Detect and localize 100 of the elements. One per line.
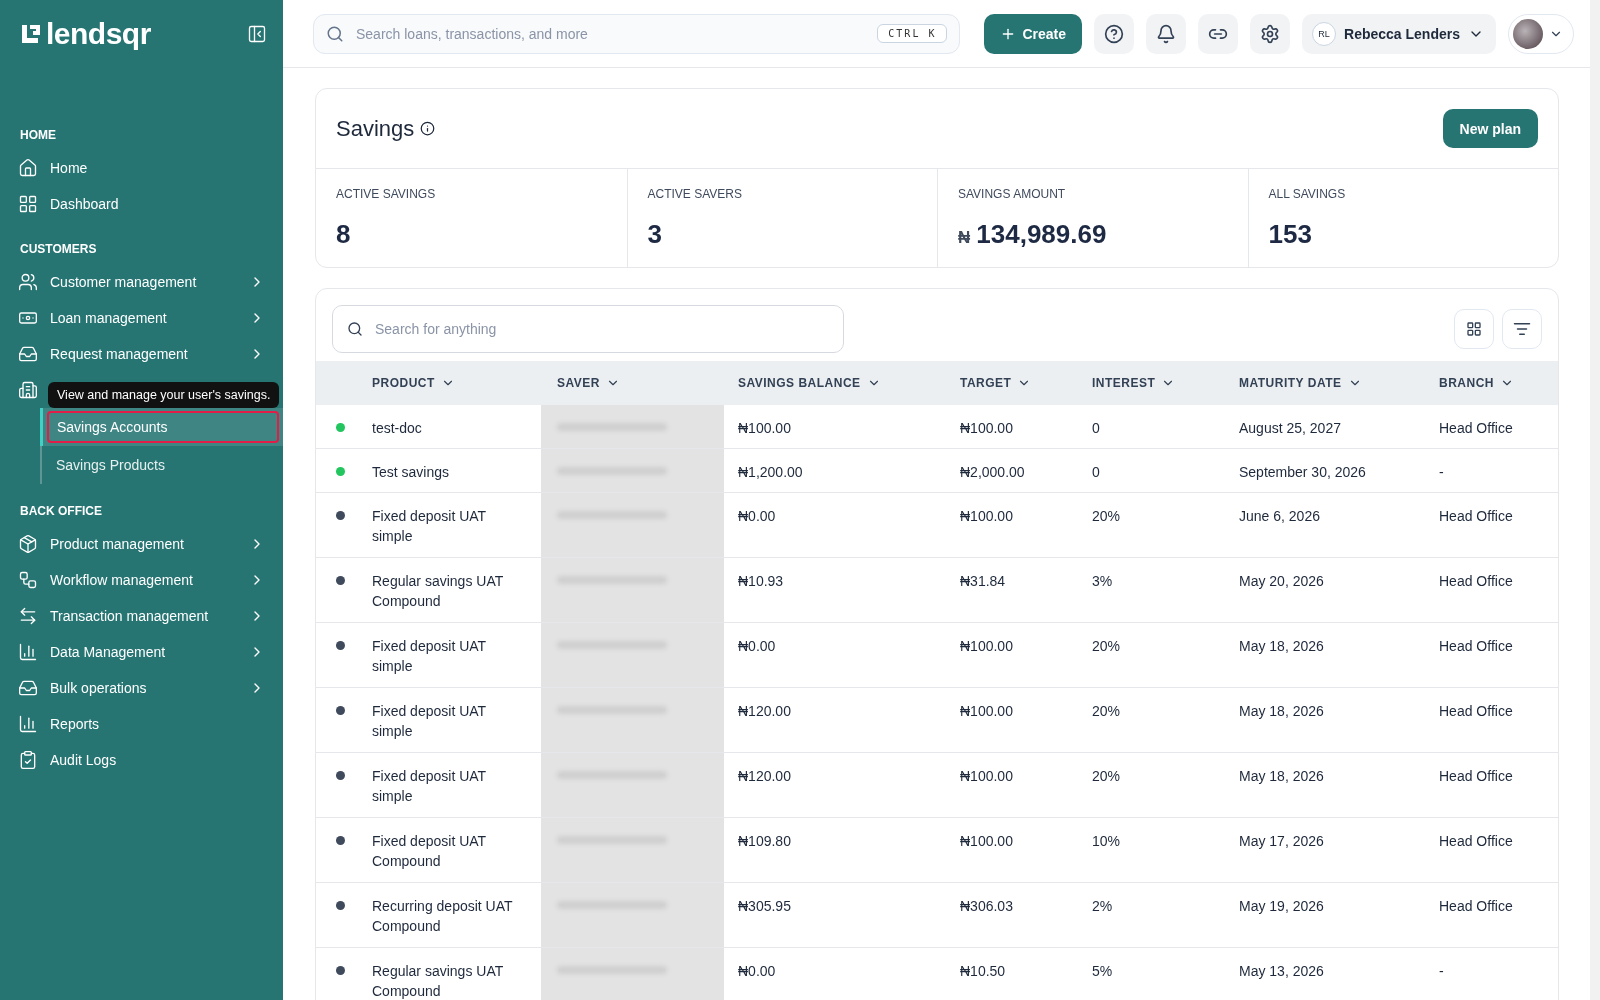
table-cell-text: Fixed deposit UAT Compound [371, 832, 487, 871]
clipboard-check-icon [18, 750, 38, 770]
column-header[interactable]: SAVINGS BALANCE [738, 376, 861, 390]
info-icon[interactable] [420, 121, 436, 136]
workflow-icon [18, 570, 38, 590]
table-cell-text: August 25, 2027 [1238, 419, 1342, 438]
sidebar-item[interactable]: Customer management [0, 264, 283, 300]
stat-value: 3 [647, 219, 662, 250]
table-cell-text: Head Office [1438, 702, 1514, 721]
table-cell-text: Recurring deposit UAT Compound [371, 897, 514, 936]
search-input[interactable]: Search for anything [373, 320, 829, 338]
table-cell-text: Head Office [1438, 767, 1514, 786]
table-search-field[interactable]: Search for anything [332, 305, 844, 353]
table-cell-text: ₦100.00 [959, 767, 1014, 786]
sidebar-subitem[interactable]: Savings Products [46, 449, 279, 481]
stat-label: ALL SAVINGS [1268, 187, 1347, 201]
inbox-icon [18, 678, 38, 698]
sidebar-item[interactable]: Reports [0, 706, 283, 742]
search-field[interactable]: Search loans, transactions, and more CTRL K [313, 13, 961, 54]
filter-button[interactable] [1502, 309, 1542, 349]
table-cell-text: ₦100.00 [959, 419, 1014, 438]
table-cell-text: 10% [1091, 832, 1122, 851]
settings-button[interactable] [1250, 13, 1291, 54]
table-cell-text: 20% [1091, 767, 1122, 786]
avatar-button[interactable] [1508, 13, 1574, 54]
notifications-button[interactable] [1146, 13, 1187, 54]
sidebar-subitem[interactable]: Savings Accounts [47, 411, 279, 443]
sidebar-item[interactable]: Transaction management [0, 598, 283, 634]
table-cell-text: - [1438, 962, 1445, 981]
search-icon [326, 24, 344, 43]
table-cell-text: ₦31.84 [959, 572, 1007, 591]
avatar [1513, 18, 1543, 49]
sidebar-item[interactable]: Home [0, 150, 283, 186]
currency-symbol: ₦ [958, 228, 971, 248]
users-icon [18, 272, 38, 292]
table-cell-text: May 17, 2026 [1238, 832, 1325, 851]
table-cell-text: 20% [1091, 702, 1122, 721]
table-cell-text: September 30, 2026 [1238, 463, 1367, 482]
section-title: CUSTOMERS [19, 241, 98, 258]
bell-icon [1156, 23, 1177, 44]
sidebar-item[interactable]: Product management [0, 526, 283, 562]
link-button[interactable] [1198, 13, 1239, 54]
table-cell-text: ₦100.00 [959, 832, 1014, 851]
table-cell-text: May 20, 2026 [1238, 572, 1325, 591]
collapse-sidebar-icon[interactable] [247, 24, 267, 44]
table-cell-text: ₦306.03 [959, 897, 1014, 916]
table-cell-text: ₦0.00 [737, 962, 777, 981]
table-cell-text: 20% [1091, 637, 1122, 656]
grid-view-button[interactable] [1454, 309, 1494, 349]
table-cell-text: Fixed deposit UAT simple [371, 507, 487, 546]
sidebar-item[interactable]: Audit Logs [0, 742, 283, 778]
column-header[interactable]: INTEREST [1092, 376, 1156, 390]
sidebar-item[interactable]: Bulk operations [0, 670, 283, 706]
table-cell-text: Regular savings UAT Compound [371, 962, 504, 1000]
table-cell-text: 0 [1091, 419, 1101, 438]
table-cell-text: ₦2,000.00 [959, 463, 1026, 482]
filter-icon [1513, 320, 1531, 338]
sidebar-item[interactable]: Data Management [0, 634, 283, 670]
table-cell-text: 3% [1091, 572, 1114, 591]
help-button[interactable] [1094, 13, 1135, 54]
sidebar-item[interactable]: View and manage your user's savings. [0, 372, 283, 408]
page-title: Savings [336, 115, 415, 142]
search-icon [347, 321, 363, 337]
column-header[interactable]: MATURITY DATE [1239, 376, 1342, 390]
column-header[interactable]: SAVER [557, 376, 600, 390]
column-header[interactable]: BRANCH [1439, 376, 1494, 390]
table-cell-text: May 19, 2026 [1238, 897, 1325, 916]
table-cell-text: ₦0.00 [737, 637, 777, 656]
sidebar-item[interactable]: Loan management [0, 300, 283, 336]
user-menu-button[interactable]: RL Rebecca Lenders [1302, 13, 1496, 54]
column-header[interactable]: PRODUCT [372, 376, 435, 390]
column-header[interactable]: TARGET [960, 376, 1012, 390]
search-input[interactable]: Search loans, transactions, and more [354, 24, 868, 43]
home-icon [18, 158, 38, 178]
sidebar-item[interactable]: Dashboard [0, 186, 283, 222]
create-button[interactable]: Create [984, 13, 1083, 54]
section-title: HOME [19, 127, 57, 144]
table-cell-text: Fixed deposit UAT simple [371, 637, 487, 676]
box-icon [18, 534, 38, 554]
stat-value: 134,989.69 [976, 219, 1107, 250]
table-cell-text: ₦100.00 [959, 507, 1014, 526]
table-cell-text: Fixed deposit UAT simple [371, 767, 487, 806]
table-cell-text: ₦305.95 [737, 897, 792, 916]
table-cell-text: test-doc [371, 419, 423, 438]
inbox-icon [18, 344, 38, 364]
sidebar-item[interactable]: Request management [0, 336, 283, 372]
table-cell-text: ₦10.50 [959, 962, 1007, 981]
new-plan-button[interactable]: New plan [1442, 109, 1538, 148]
sidebar-item[interactable]: Workflow management [0, 562, 283, 598]
table-cell-text: May 18, 2026 [1238, 637, 1325, 656]
help-icon [1104, 23, 1125, 44]
table-cell-text: Regular savings UAT Compound [371, 572, 504, 611]
logo: lendsqr [46, 19, 151, 49]
table-cell-text: June 6, 2026 [1238, 507, 1321, 526]
grid-icon [18, 194, 38, 214]
table-cell-text: Head Office [1438, 897, 1514, 916]
table-cell-text: 0 [1091, 463, 1101, 482]
stat-label: ACTIVE SAVINGS [336, 187, 437, 201]
logo-icon [20, 23, 42, 45]
bar-chart-icon [18, 714, 38, 734]
